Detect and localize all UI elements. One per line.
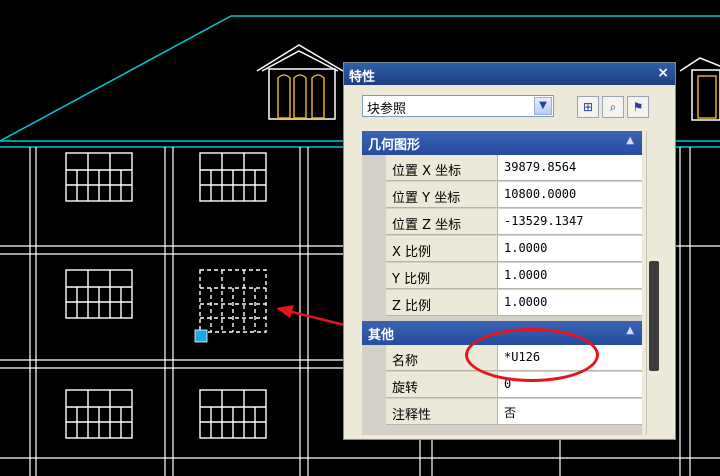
annotation-highlight-ellipse — [465, 328, 599, 382]
selected-block-window[interactable] — [199, 269, 267, 333]
property-value[interactable]: 39879.8564 — [498, 155, 642, 181]
property-row[interactable]: 位置 Y 坐标 10800.0000 — [362, 182, 642, 209]
property-row[interactable]: Z 比例 1.0000 — [362, 290, 642, 317]
property-value[interactable]: -13529.1347 — [498, 209, 642, 235]
chevron-down-icon[interactable]: ▼ — [534, 97, 552, 115]
window — [65, 152, 133, 202]
property-value[interactable]: 1.0000 — [498, 290, 642, 316]
property-row[interactable]: 位置 X 坐标 39879.8564 — [362, 155, 642, 182]
property-name: 旋转 — [386, 372, 498, 398]
property-value[interactable]: 1.0000 — [498, 263, 642, 289]
property-row[interactable]: X 比例 1.0000 — [362, 236, 642, 263]
window — [199, 389, 267, 439]
property-name: 位置 Z 坐标 — [386, 209, 498, 235]
property-grid: 几何图形 ▲ 位置 X 坐标 39879.8564 位置 Y 坐标 10800.00… — [362, 131, 642, 435]
property-name: 位置 Y 坐标 — [386, 182, 498, 208]
properties-palette: 特性 × 块参照 ▼ ⊞ ⌕ ⚑ 几何图形 ▲ 位置 X 坐标 39879.856… — [343, 62, 676, 440]
vertical-scrollbar[interactable] — [646, 131, 661, 435]
category-other-label: 其他 — [368, 328, 395, 343]
property-value[interactable]: 10800.0000 — [498, 182, 642, 208]
select-objects-icon[interactable]: ⌕ — [602, 96, 624, 118]
collapse-icon[interactable]: ▲ — [626, 135, 634, 146]
object-type-value: 块参照 — [367, 102, 407, 117]
palette-title: 特性 — [349, 70, 376, 85]
category-geometry-label: 几何图形 — [368, 138, 421, 153]
toggle-pickadd-icon[interactable]: ⊞ — [577, 96, 599, 118]
close-icon[interactable]: × — [657, 65, 669, 81]
palette-title-bar[interactable]: 特性 × — [344, 63, 675, 85]
collapse-icon[interactable]: ▲ — [626, 325, 634, 336]
object-type-dropdown[interactable]: 块参照 ▼ — [362, 95, 554, 117]
windows — [65, 152, 267, 439]
property-row[interactable]: 位置 Z 坐标 -13529.1347 — [362, 209, 642, 236]
category-geometry[interactable]: 几何图形 ▲ — [362, 131, 642, 155]
property-name: 注释性 — [386, 399, 498, 425]
property-row[interactable]: 注释性否 — [362, 399, 642, 426]
window — [65, 269, 133, 319]
property-name: 位置 X 坐标 — [386, 155, 498, 181]
window — [65, 389, 133, 439]
scrollbar-thumb[interactable] — [649, 261, 659, 371]
property-name: Z 比例 — [386, 290, 498, 316]
grip-handle[interactable] — [194, 329, 208, 343]
property-value[interactable]: 1.0000 — [498, 236, 642, 262]
property-row[interactable]: Y 比例 1.0000 — [362, 263, 642, 290]
property-name: X 比例 — [386, 236, 498, 262]
property-value[interactable]: 否 — [498, 399, 642, 425]
window — [199, 152, 267, 202]
property-name: Y 比例 — [386, 263, 498, 289]
quick-select-icon[interactable]: ⚑ — [627, 96, 649, 118]
